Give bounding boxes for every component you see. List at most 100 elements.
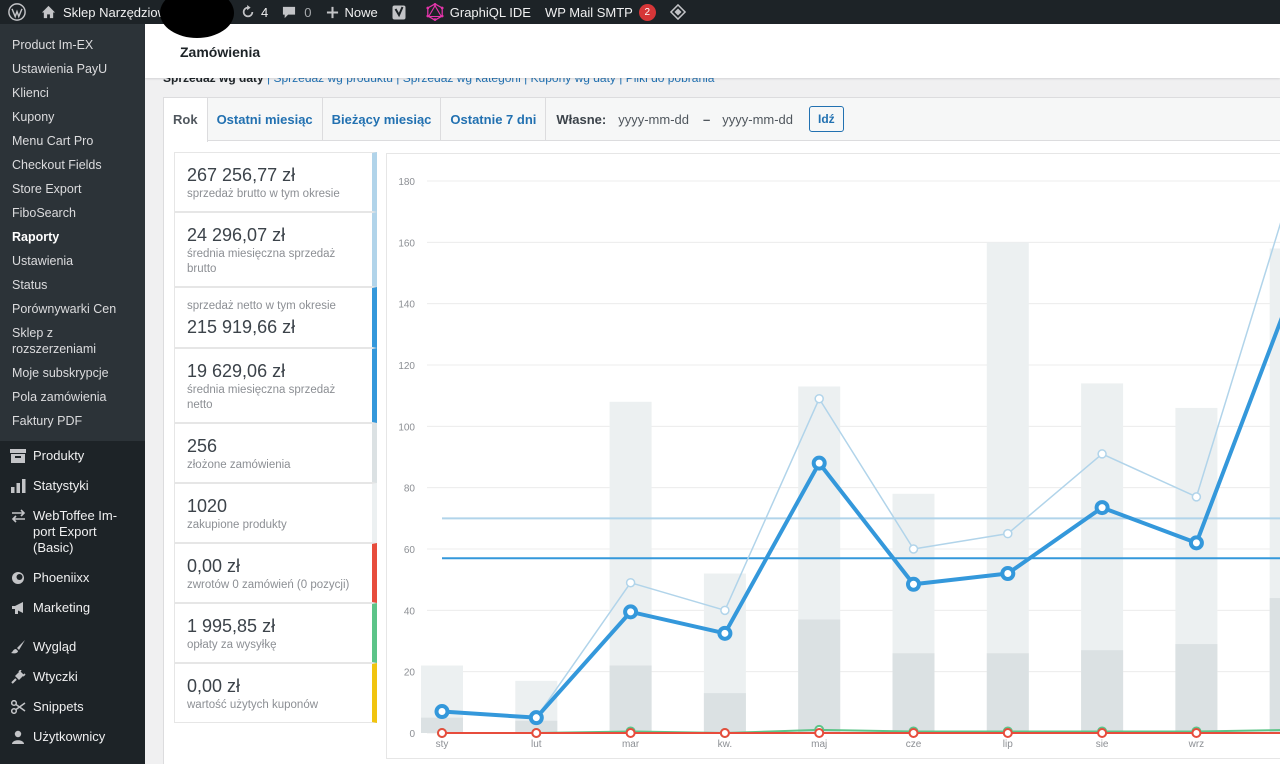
date-from-input[interactable]: yyyy-mm-dd bbox=[618, 112, 689, 127]
graphiql-link[interactable]: GraphiQL IDE bbox=[419, 0, 538, 24]
y-tick-label: 80 bbox=[404, 484, 416, 495]
menu-label: Produkty bbox=[33, 448, 85, 463]
refund-point bbox=[1191, 728, 1202, 738]
y-tick-label: 140 bbox=[398, 300, 415, 311]
legend-item[interactable]: 1 995,85 zł opłaty za wysyłkę bbox=[174, 603, 377, 663]
phoenix-icon bbox=[9, 570, 27, 586]
submenu-item[interactable]: Menu Cart Pro bbox=[0, 129, 145, 153]
tab-this-month[interactable]: Bieżący miesiąc bbox=[323, 97, 442, 141]
bar-items bbox=[1175, 644, 1218, 733]
gross-sales-point bbox=[720, 605, 730, 616]
x-tick-label: cze bbox=[906, 739, 922, 750]
legend-item[interactable]: 0,00 zł zwrotów 0 zamówień (0 pozycji) bbox=[174, 543, 377, 603]
menu-item-products[interactable]: Produkty bbox=[0, 441, 145, 471]
net-sales-point bbox=[528, 710, 544, 726]
submenu-item[interactable]: Status bbox=[0, 273, 145, 297]
submenu-item[interactable]: FiboSearch bbox=[0, 201, 145, 225]
legend-item[interactable]: 1020 zakupione produkty bbox=[174, 483, 377, 543]
updates-icon bbox=[241, 5, 255, 19]
date-to-input[interactable]: yyyy-mm-dd bbox=[722, 112, 793, 127]
scissors-icon bbox=[9, 699, 27, 715]
legend-amount: 19 629,06 zł bbox=[187, 361, 286, 381]
legend-item[interactable]: 0,00 zł wartość użytych kuponów bbox=[174, 663, 377, 723]
net-sales-point bbox=[1094, 500, 1110, 516]
updates-link[interactable]: 4 bbox=[234, 0, 275, 24]
series-line bbox=[441, 222, 1280, 719]
menu-item-appearance[interactable]: Wygląd bbox=[0, 632, 145, 662]
menu-label: WebToffee Im-port Export (Basic) bbox=[33, 508, 118, 555]
plus-icon bbox=[326, 6, 339, 19]
comments-link[interactable]: 0 bbox=[275, 0, 318, 24]
new-label: Nowe bbox=[344, 4, 378, 20]
new-content-link[interactable]: Nowe bbox=[319, 0, 385, 24]
graphiql-label: GraphiQL IDE bbox=[449, 4, 531, 20]
tab-last-month[interactable]: Ostatni miesiąc bbox=[208, 97, 323, 141]
wordpress-logo-icon[interactable] bbox=[0, 0, 34, 24]
gross-sales-point bbox=[908, 544, 919, 554]
range-dash: – bbox=[703, 111, 711, 127]
x-tick-label: maj bbox=[811, 739, 827, 750]
legend-item[interactable]: 256 złożone zamówienia bbox=[174, 423, 377, 483]
bar-items bbox=[609, 665, 652, 733]
tab-year[interactable]: Rok bbox=[164, 97, 208, 142]
submenu-item[interactable]: Ustawienia PayU bbox=[0, 57, 145, 81]
gross-sales-point bbox=[1191, 492, 1202, 502]
legend-item[interactable]: 19 629,06 zł średnia miesięczna sprzedaż… bbox=[174, 348, 377, 423]
menu-item-phoeniixx[interactable]: Phoeniixx bbox=[0, 563, 145, 593]
legend-item[interactable]: 24 296,07 zł średnia miesięczna sprzedaż… bbox=[174, 212, 377, 287]
legend-item[interactable]: sprzedaż netto w tym okresie 215 919,66 … bbox=[174, 287, 377, 348]
menu-label: Wygląd bbox=[33, 639, 77, 654]
submenu-item-reports[interactable]: Raporty bbox=[0, 225, 145, 249]
legend-amount: 24 296,07 zł bbox=[187, 225, 286, 245]
submenu-item[interactable]: Klienci bbox=[0, 81, 145, 105]
legend-amount: 215 919,66 zł bbox=[187, 317, 296, 337]
submenu-item[interactable]: Store Export bbox=[0, 177, 145, 201]
legend-description: złożone zamówienia bbox=[187, 459, 291, 471]
menu-item-marketing[interactable]: Marketing bbox=[0, 593, 145, 623]
go-button[interactable]: Idź bbox=[809, 106, 844, 132]
legend-description: sprzedaż brutto w tym okresie bbox=[187, 188, 340, 200]
legend-amount: 1 995,85 zł bbox=[187, 616, 276, 636]
bar-items bbox=[703, 693, 746, 733]
submenu-item[interactable]: Moje subskrypcje bbox=[0, 361, 145, 385]
x-tick-label: lip bbox=[1003, 739, 1013, 750]
gross-sales-point bbox=[1003, 528, 1013, 539]
tab-last-7-days[interactable]: Ostatnie 7 dni bbox=[441, 97, 547, 141]
submenu-item[interactable]: Porównywarki Cen bbox=[0, 297, 145, 321]
brush-icon bbox=[9, 639, 27, 655]
submenu-item[interactable]: Sklep z rozszerzeniami bbox=[0, 321, 145, 361]
menu-item-users[interactable]: Użytkownicy bbox=[0, 722, 145, 752]
submenu-item[interactable]: Kupony bbox=[0, 105, 145, 129]
legend-item[interactable]: 267 256,77 zł sprzedaż brutto w tym okre… bbox=[174, 152, 377, 212]
submenu-item[interactable]: Ustawienia bbox=[0, 249, 145, 273]
bar-items bbox=[1081, 650, 1124, 733]
page-header: Zamówienia bbox=[145, 24, 1280, 78]
menu-item-plugins[interactable]: Wtyczki bbox=[0, 662, 145, 692]
updates-count: 4 bbox=[261, 4, 269, 20]
sales-chart-svg: 0 20 40 60 80 100 120 140 160 180 sty lut mar kw. maj c… bbox=[398, 177, 1280, 750]
menu-label: Statystyki bbox=[33, 478, 89, 493]
diamond-icon[interactable] bbox=[663, 0, 693, 24]
legend-description: średnia miesięczna sprzedaż brutto bbox=[187, 248, 336, 275]
legend-description: sprzedaż netto w tym okresie bbox=[187, 300, 336, 312]
menu-item-snippets[interactable]: Snippets bbox=[0, 692, 145, 722]
gross-sales-point bbox=[1097, 449, 1107, 459]
gross-sales-point bbox=[625, 577, 636, 588]
submenu-item[interactable]: Faktury PDF bbox=[0, 409, 145, 433]
bar-items bbox=[798, 619, 841, 733]
submenu-item[interactable]: Checkout Fields bbox=[0, 153, 145, 177]
refund-point bbox=[719, 728, 730, 738]
site-name-link[interactable]: Sklep Narzędziow bbox=[34, 0, 174, 24]
submenu-item[interactable]: Product Im-EX bbox=[0, 33, 145, 57]
menu-item-statistics[interactable]: Statystyki bbox=[0, 471, 145, 501]
submenu-item[interactable]: Pola zamówienia bbox=[0, 385, 145, 409]
smtp-label: WP Mail SMTP bbox=[544, 4, 633, 20]
yoast-icon[interactable] bbox=[385, 0, 413, 24]
refund-point bbox=[1002, 728, 1013, 738]
menu-item-webtoffee[interactable]: WebToffee Im-port Export (Basic) bbox=[0, 501, 145, 563]
chart-legend: 267 256,77 zł sprzedaż brutto w tym okre… bbox=[174, 152, 377, 723]
smtp-link[interactable]: WP Mail SMTP 2 bbox=[538, 0, 663, 24]
refund-point bbox=[1097, 728, 1108, 738]
bar-items bbox=[986, 653, 1029, 733]
x-tick-label: wrz bbox=[1188, 739, 1205, 750]
